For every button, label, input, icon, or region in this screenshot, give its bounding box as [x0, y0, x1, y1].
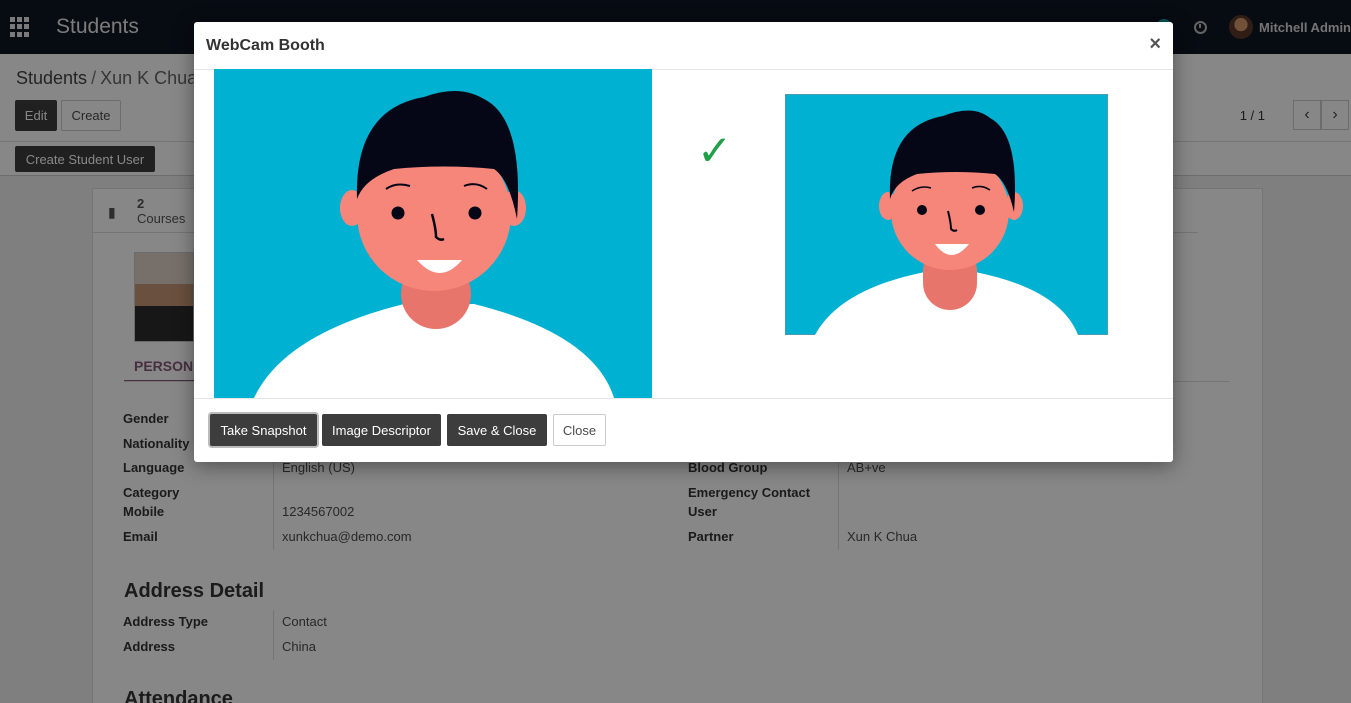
checkmark-icon: ✓ — [697, 127, 733, 174]
snapshot-illustration — [785, 94, 1108, 335]
take-snapshot-button[interactable]: Take Snapshot — [210, 414, 317, 446]
close-icon[interactable]: × — [1149, 33, 1161, 56]
modal-footer-divider — [194, 398, 1173, 399]
webcam-snapshot-preview — [785, 94, 1108, 335]
webcam-live-feed — [214, 69, 652, 398]
webcam-booth-dialog: WebCam Booth × ✓ Take Snapshot Image Des… — [194, 22, 1173, 462]
image-descriptor-button[interactable]: Image Descriptor — [322, 414, 441, 446]
live-feed-illustration — [214, 69, 652, 398]
modal-title: WebCam Booth — [206, 37, 325, 54]
save-close-button[interactable]: Save & Close — [447, 414, 547, 446]
close-button[interactable]: Close — [553, 414, 606, 446]
